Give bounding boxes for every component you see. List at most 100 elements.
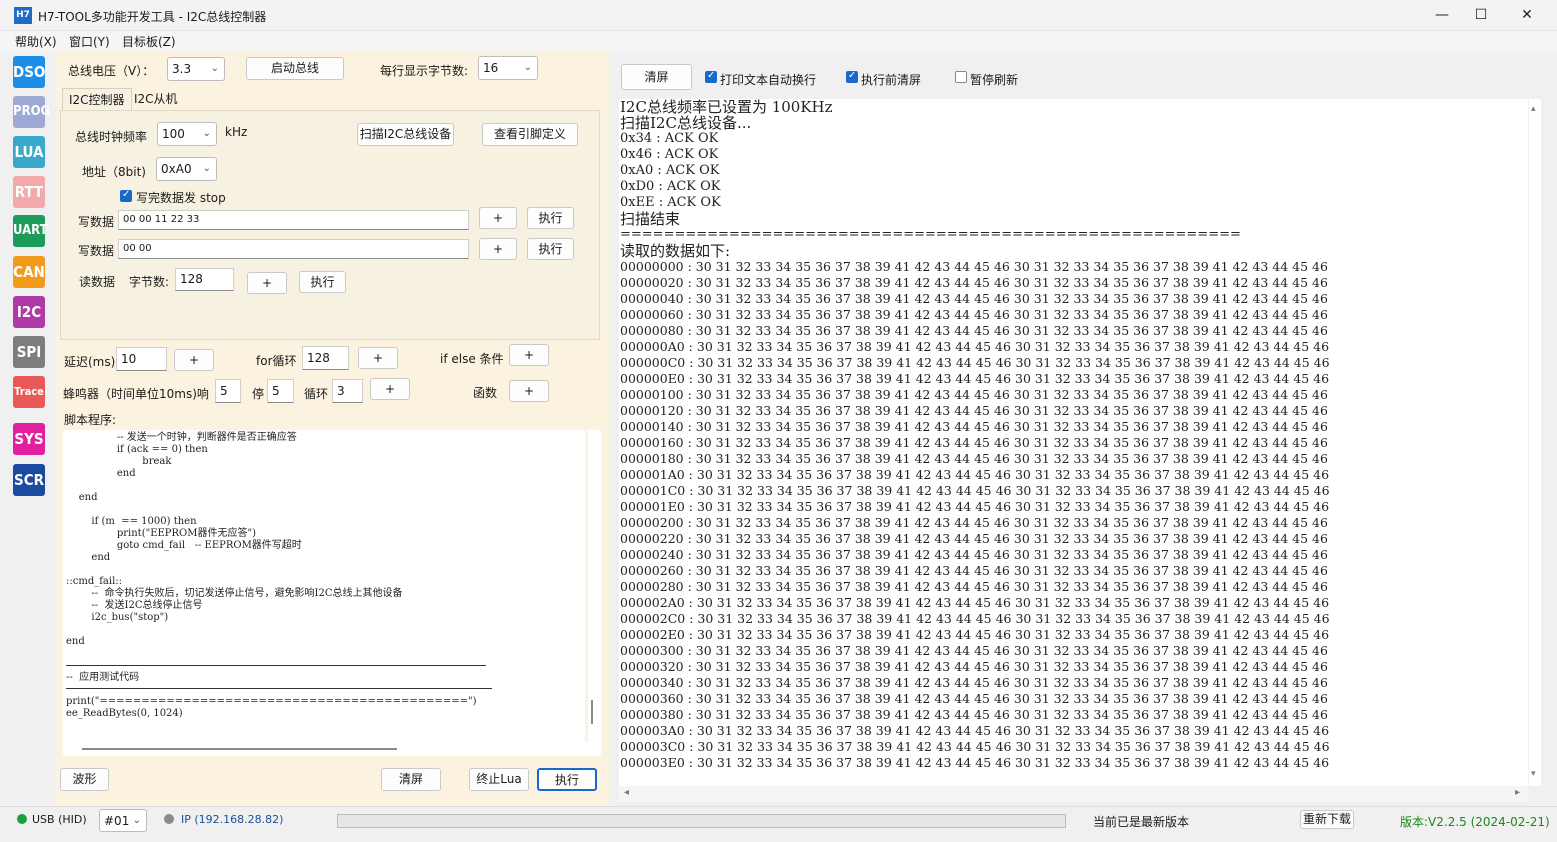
hex-separator: :	[685, 611, 698, 626]
write-data-input-1[interactable]: 00 00 11 22 33	[118, 210, 469, 230]
maximize-button[interactable]: ☐	[1458, 0, 1504, 31]
read-bytes-input[interactable]: 128	[175, 268, 234, 291]
sidebar-button-spi[interactable]: SPI	[13, 336, 45, 368]
hex-address: 00000360	[620, 691, 684, 706]
auto-wrap-checkbox[interactable]	[705, 70, 717, 83]
exec-write-1-button[interactable]: 执行	[527, 207, 574, 229]
waveform-button[interactable]: 波形	[60, 768, 109, 791]
menu-help[interactable]: 帮助(X)	[15, 33, 57, 50]
sidebar-button-sys[interactable]: SYS	[13, 423, 45, 455]
menu-target-board[interactable]: 目标板(Z)	[122, 33, 176, 50]
download-progress-bar	[337, 814, 1066, 828]
hex-row: 000003C0 : 30 31 32 33 34 35 36 37 38 39…	[620, 739, 1330, 755]
clock-select[interactable]: 100 ⌄	[157, 122, 217, 146]
hex-address: 00000080	[620, 323, 684, 338]
sidebar-button-lua[interactable]: LUA	[13, 136, 45, 168]
clear-script-button[interactable]: 清屏	[381, 768, 441, 791]
script-line: goto cmd_fail -- EEPROM器件写超时	[66, 540, 302, 551]
output-line: 0xD0 : ACK OK	[620, 179, 721, 194]
write-data-input-2[interactable]: 00 00	[118, 239, 469, 259]
sidebar-button-scr[interactable]: SCR	[13, 464, 45, 496]
hex-row: 00000140 : 30 31 32 33 34 35 36 37 38 39…	[620, 419, 1328, 435]
menu-window[interactable]: 窗口(Y)	[69, 33, 110, 50]
exec-read-button[interactable]: 执行	[299, 271, 346, 293]
for-loop-input[interactable]: 128	[302, 346, 349, 370]
redownload-button[interactable]: 重新下载	[1300, 810, 1354, 829]
pause-refresh-checkbox[interactable]	[955, 71, 967, 83]
script-hscrollbar[interactable]	[63, 742, 601, 756]
buzzer-loop-input[interactable]: 3	[332, 379, 363, 403]
scroll-up-icon[interactable]: ▴	[1531, 104, 1536, 114]
clear-before-exec-checkbox[interactable]	[846, 70, 858, 83]
hex-separator: :	[683, 659, 696, 674]
exec-write-2-button[interactable]: 执行	[527, 238, 574, 260]
usb-status-dot	[17, 814, 27, 824]
scroll-left-icon[interactable]: ◂	[624, 787, 629, 798]
chevron-down-icon: ⌄	[132, 815, 141, 826]
sidebar-button-trace[interactable]: Trace	[13, 376, 45, 408]
ip-status: IP (192.168.28.82)	[181, 813, 284, 826]
scrollbar-thumb[interactable]	[82, 748, 397, 750]
tab-i2c-controller[interactable]: I2C控制器	[62, 88, 132, 110]
output-vscrollbar[interactable]: ▴ ▾	[1529, 99, 1541, 786]
address-select[interactable]: 0xA0 ⌄	[156, 157, 217, 181]
sidebar-button-rtt[interactable]: RTT	[13, 176, 45, 208]
stop-after-write-label: 写完数据发 stop	[136, 191, 226, 205]
insert-read-button[interactable]: +	[247, 272, 287, 294]
tab-i2c-slave[interactable]: I2C从机	[128, 88, 184, 110]
execute-script-button[interactable]: 执行	[537, 768, 597, 791]
hex-address: 00000300	[620, 643, 684, 658]
hex-row: 00000120 : 30 31 32 33 34 35 36 37 38 39…	[620, 403, 1328, 419]
hex-bytes: 30 31 32 33 34 35 36 37 38 39 41 42 43 4…	[695, 547, 1328, 562]
sidebar-button-prog[interactable]: PROG	[13, 96, 50, 128]
sidebar-button-can[interactable]: CAN	[13, 256, 45, 288]
hex-separator: :	[683, 643, 696, 658]
stop-after-write-checkbox[interactable]	[120, 189, 132, 202]
clear-output-button[interactable]: 清屏	[621, 64, 692, 90]
buzzer-on-input[interactable]: 5	[215, 379, 241, 403]
scroll-right-icon[interactable]: ▸	[1515, 787, 1520, 798]
hex-separator: :	[683, 675, 696, 690]
hex-bytes: 30 31 32 33 34 35 36 37 38 39 41 42 43 4…	[695, 419, 1328, 434]
pin-definition-button[interactable]: 查看引脚定义	[482, 123, 578, 146]
hex-separator: :	[683, 579, 696, 594]
close-button[interactable]: ✕	[1504, 0, 1550, 31]
output-console[interactable]: I2C总线频率已设置为 100KHz 扫描I2C总线设备... 0x34 : ACK…	[619, 99, 1528, 786]
insert-buzzer-button[interactable]: +	[370, 378, 410, 400]
chevron-down-icon: ⌄	[202, 128, 211, 139]
insert-write-2-button[interactable]: +	[479, 238, 517, 260]
start-bus-button[interactable]: 启动总线	[246, 57, 344, 80]
insert-if-button[interactable]: +	[509, 344, 549, 366]
sidebar-button-uart[interactable]: UART	[13, 215, 48, 247]
stop-lua-button[interactable]: 终止Lua	[469, 768, 529, 791]
delay-input[interactable]: 10	[116, 347, 167, 371]
hex-row: 00000260 : 30 31 32 33 34 35 36 37 38 39…	[620, 563, 1328, 579]
bytes-per-line-select[interactable]: 16 ⌄	[478, 56, 538, 80]
hex-address: 00000220	[620, 531, 684, 546]
insert-write-1-button[interactable]: +	[479, 207, 517, 229]
device-select[interactable]: #01 ⌄	[99, 809, 147, 832]
address-label: 地址（8bit)	[82, 165, 146, 179]
hex-row: 00000300 : 30 31 32 33 34 35 36 37 38 39…	[620, 643, 1328, 659]
script-line: ::cmd_fail::	[66, 576, 123, 587]
scrollbar-thumb[interactable]	[591, 700, 593, 724]
sidebar-button-dso[interactable]: DSO	[13, 56, 45, 88]
scroll-down-icon[interactable]: ▾	[1531, 769, 1536, 779]
voltage-select[interactable]: 3.3 ⌄	[167, 57, 225, 81]
sidebar-button-i2c[interactable]: I2C	[13, 296, 45, 328]
script-vscrollbar[interactable]	[588, 430, 601, 742]
script-line: print("=================================…	[66, 696, 477, 707]
hex-separator: :	[683, 387, 696, 402]
scan-bus-button[interactable]: 扫描I2C总线设备	[357, 123, 454, 146]
insert-for-button[interactable]: +	[358, 347, 398, 369]
buzzer-stop-input[interactable]: 5	[267, 379, 294, 403]
output-hscrollbar[interactable]: ◂ ▸	[619, 786, 1528, 802]
hex-separator: :	[684, 339, 697, 354]
script-editor[interactable]: -- 发送一个时钟，判断器件是否正确应答 if (ack == 0) then …	[63, 430, 585, 742]
hex-separator: :	[683, 307, 696, 322]
hex-bytes: 30 31 32 33 34 35 36 37 38 39 41 42 43 4…	[695, 403, 1328, 418]
hex-address: 000001C0	[620, 483, 686, 498]
hex-bytes: 30 31 32 33 34 35 36 37 38 39 41 42 43 4…	[697, 483, 1330, 498]
insert-delay-button[interactable]: +	[174, 349, 214, 371]
insert-function-button[interactable]: +	[509, 380, 549, 402]
